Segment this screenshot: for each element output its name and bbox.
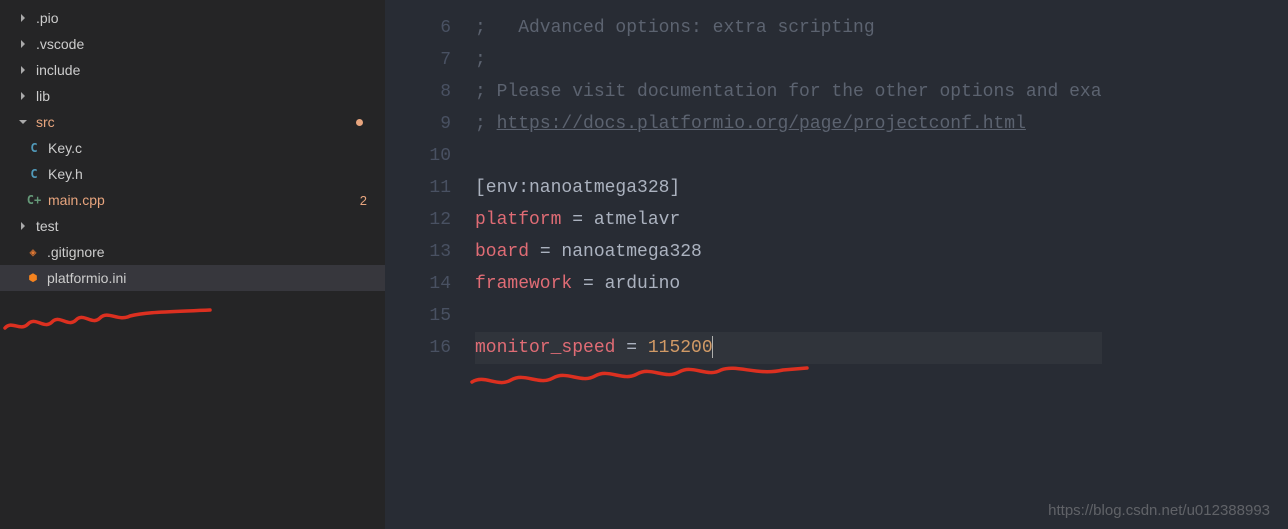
token-comment: ; [475,114,497,134]
token-key: board [475,242,529,262]
file-main-cpp[interactable]: C+main.cpp 2 [0,187,385,213]
token-equals: = [561,210,593,230]
code-line[interactable] [475,300,1102,332]
token-comment: ; Advanced options: extra scripting [475,18,875,38]
line-number: 15 [385,300,451,332]
line-number: 10 [385,140,451,172]
token-comment: ; [475,50,486,70]
file-icon-cpp: C+ [23,192,45,208]
code-line[interactable]: monitor_speed = 115200 [475,332,1102,364]
code-editor[interactable]: 678910111213141516 ; Advanced options: e… [385,0,1288,529]
line-number: 16 [385,332,451,364]
token-comment: ; Please visit documentation for the oth… [475,82,1102,102]
token-key: monitor_speed [475,338,615,358]
tree-item-label: src [36,114,55,130]
code-line[interactable]: ; [475,44,1102,76]
file-key-h[interactable]: CKey.h [0,161,385,187]
code-line[interactable] [475,140,1102,172]
tree-item-label: Key.h [48,166,83,182]
tree-item-label: .vscode [36,36,84,52]
line-number: 14 [385,268,451,300]
line-number: 9 [385,108,451,140]
problems-badge: 2 [360,193,367,208]
chevron-right-icon [18,65,28,75]
code-line[interactable]: ; Please visit documentation for the oth… [475,76,1102,108]
token-section: [env:nanoatmega328] [475,178,680,198]
tree-item-label: include [36,62,80,78]
line-number: 11 [385,172,451,204]
file-platformio-ini[interactable]: ⬢platformio.ini [0,265,385,291]
token-equals: = [529,242,561,262]
line-number: 13 [385,236,451,268]
code-line[interactable]: ; https://docs.platformio.org/page/proje… [475,108,1102,140]
tree-item-label: test [36,218,59,234]
chevron-right-icon [18,91,28,101]
line-gutter: 678910111213141516 [385,0,475,529]
token-key: framework [475,274,572,294]
modified-dot-icon [356,119,363,126]
folder-test[interactable]: test [0,213,385,239]
token-equals: = [572,274,604,294]
token-link: https://docs.platformio.org/page/project… [497,114,1026,134]
line-number: 7 [385,44,451,76]
tree-item-label: main.cpp [48,192,105,208]
folder-lib[interactable]: lib [0,83,385,109]
code-line[interactable]: platform = atmelavr [475,204,1102,236]
tree-item-label: .pio [36,10,59,26]
code-line[interactable]: board = nanoatmega328 [475,236,1102,268]
token-value: atmelavr [594,210,680,230]
line-number: 8 [385,76,451,108]
file-explorer-sidebar[interactable]: .pio.vscodeincludelibsrcCKey.cCKey.hC+ma… [0,0,385,529]
code-content[interactable]: ; Advanced options: extra scripting; ; Pl… [475,0,1102,529]
file-icon-pio: ⬢ [22,270,44,286]
tree-item-label: .gitignore [47,244,105,260]
folder-src[interactable]: src [0,109,385,135]
token-key: platform [475,210,561,230]
file-icon-c: C [23,140,45,156]
tree-item-label: Key.c [48,140,82,156]
line-number: 6 [385,12,451,44]
code-line[interactable]: ; Advanced options: extra scripting [475,12,1102,44]
folder--pio[interactable]: .pio [0,5,385,31]
code-line[interactable]: framework = arduino [475,268,1102,300]
folder-include[interactable]: include [0,57,385,83]
token-value: nanoatmega328 [561,242,701,262]
text-cursor [712,336,713,358]
token-equals: = [615,338,647,358]
folder--vscode[interactable]: .vscode [0,31,385,57]
file-key-c[interactable]: CKey.c [0,135,385,161]
token-value: arduino [605,274,681,294]
chevron-right-icon [18,39,28,49]
watermark-text: https://blog.csdn.net/u012388993 [1048,502,1270,519]
file--gitignore[interactable]: ◈.gitignore [0,239,385,265]
file-icon-git: ◈ [22,244,44,260]
chevron-right-icon [18,13,28,23]
tree-item-label: lib [36,88,50,104]
file-icon-c: C [23,166,45,182]
chevron-down-icon [18,117,28,127]
token-number: 115200 [648,338,713,358]
chevron-right-icon [18,221,28,231]
line-number: 12 [385,204,451,236]
tree-item-label: platformio.ini [47,270,126,286]
code-line[interactable]: [env:nanoatmega328] [475,172,1102,204]
